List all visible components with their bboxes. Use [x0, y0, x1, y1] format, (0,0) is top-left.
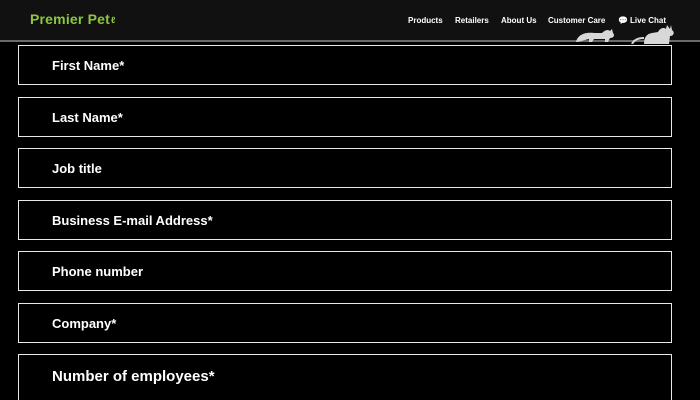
site-header: Premier Petℓ Products Retailers About Us…: [0, 0, 700, 44]
job-title-label: Job title: [52, 161, 102, 176]
business-email-label: Business E-mail Address*: [52, 213, 213, 228]
company-label: Company*: [52, 316, 117, 331]
phone-number-field[interactable]: Phone number: [18, 251, 672, 291]
business-email-field[interactable]: Business E-mail Address*: [18, 200, 672, 240]
first-name-field[interactable]: First Name*: [18, 45, 672, 85]
nav-products[interactable]: Products: [408, 16, 443, 25]
number-of-employees-label: Number of employees*: [52, 368, 215, 385]
job-title-field[interactable]: Job title: [18, 148, 672, 188]
last-name-label: Last Name*: [52, 110, 123, 125]
first-name-label: First Name*: [52, 58, 125, 73]
company-field[interactable]: Company*: [18, 303, 672, 343]
nav-about-us[interactable]: About Us: [501, 16, 537, 25]
nav-retailers[interactable]: Retailers: [455, 16, 489, 25]
pets-silhouette-icon: [576, 25, 674, 44]
last-name-field[interactable]: Last Name*: [18, 97, 672, 137]
phone-number-label: Phone number: [52, 264, 144, 279]
number-of-employees-field[interactable]: Number of employees*: [18, 354, 672, 400]
